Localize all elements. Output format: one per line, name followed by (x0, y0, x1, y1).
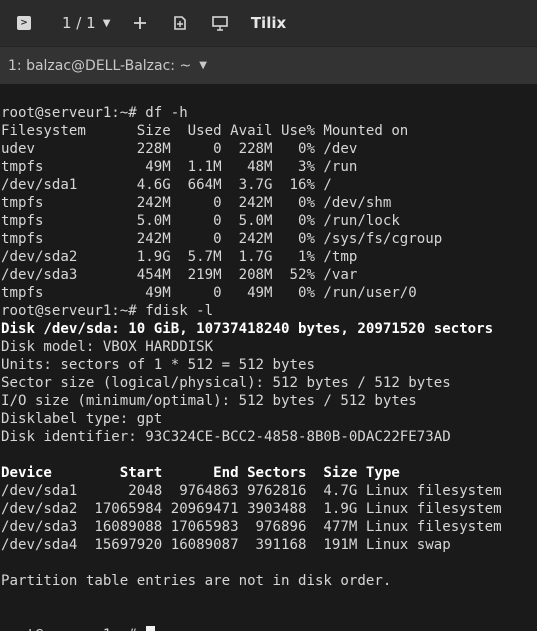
terminal-line: Disk identifier: 93C324CE-BCC2-4858-8B0B… (1, 429, 451, 445)
session-count: 1 / 1 (62, 14, 96, 32)
terminal-line: root@serveur1:~# df -h (1, 105, 188, 121)
terminal-line: tmpfs 242M 0 242M 0% /dev/shm (1, 195, 392, 211)
chevron-down-icon: ▼ (199, 60, 207, 71)
terminal-line: /dev/sda1 2048 9764863 9762816 4.7G Linu… (1, 483, 502, 499)
terminal-line: Units: sectors of 1 * 512 = 512 bytes (1, 357, 315, 373)
chevron-down-icon: ▼ (102, 17, 111, 29)
terminal-line: udev 228M 0 228M 0% /dev (1, 141, 358, 157)
terminal-line: Partition table entries are not in disk … (1, 573, 392, 589)
title-bar: > 1 / 1 ▼ Tilix (0, 0, 537, 47)
terminal-line: tmpfs 242M 0 242M 0% /sys/fs/cgroup (1, 231, 443, 247)
terminal-line: Disk model: VBOX HARDDISK (1, 339, 214, 355)
terminal-line: /dev/sda1 4.6G 664M 3.7G 16% / (1, 177, 332, 193)
terminal-line: Disklabel type: gpt (1, 411, 163, 427)
terminal-icon[interactable]: > (0, 0, 48, 46)
terminal-output[interactable]: root@serveur1:~# df -h Filesystem Size Us… (0, 84, 537, 631)
session-switcher-button[interactable]: 1 / 1 ▼ (48, 0, 110, 46)
terminal-line: Sector size (logical/physical): 512 byte… (1, 375, 451, 391)
session-selector[interactable]: 1: balzac@DELL-Balzac: ~ ▼ (0, 47, 537, 84)
shell-prompt: root@serveur1:~# (1, 627, 145, 631)
terminal-line: Filesystem Size Used Avail Use% Mounted … (1, 123, 409, 139)
terminal-line: tmpfs 5.0M 0 5.0M 0% /run/lock (1, 213, 400, 229)
terminal-line: /dev/sda2 1.9G 5.7M 1.7G 1% /tmp (1, 249, 358, 265)
resize-icon[interactable] (200, 0, 240, 46)
terminal-line: Device Start End Sectors Size Type (1, 465, 400, 481)
terminal-line: /dev/sda3 454M 219M 208M 52% /var (1, 267, 358, 283)
terminal-line: /dev/sda4 15697920 16089087 391168 191M … (1, 537, 451, 553)
session-label: 1: balzac@DELL-Balzac: ~ (8, 57, 192, 74)
terminal-line: tmpfs 49M 0 49M 0% /run/user/0 (1, 285, 417, 301)
terminal-line: Disk /dev/sda: 10 GiB, 10737418240 bytes… (1, 321, 494, 337)
terminal-line: tmpfs 49M 1.1M 48M 3% /run (1, 159, 358, 175)
detach-icon[interactable] (160, 0, 200, 46)
terminal-line: /dev/sda3 16089088 17065983 976896 477M … (1, 519, 502, 535)
add-icon[interactable] (120, 0, 160, 46)
terminal-line: root@serveur1:~# fdisk -l (1, 303, 214, 319)
terminal-line: /dev/sda2 17065984 20969471 3903488 1.9G… (1, 501, 502, 517)
terminal-line: I/O size (minimum/optimal): 512 bytes / … (1, 393, 417, 409)
